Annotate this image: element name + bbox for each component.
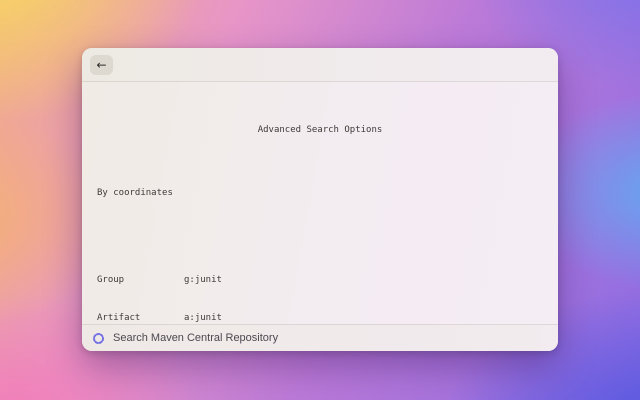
- search-input[interactable]: Search Maven Central Repository: [82, 324, 558, 351]
- section-heading-coordinates: By coordinates: [97, 187, 173, 198]
- window-titlebar: ←: [82, 48, 558, 82]
- row-label: Artifact: [97, 312, 141, 323]
- row-value: g:junit: [184, 275, 222, 285]
- table-row: Artifact a:junit: [97, 312, 543, 325]
- row-label: Group: [97, 275, 125, 285]
- page-title: Advanced Search Options: [257, 125, 383, 135]
- back-button[interactable]: ←: [90, 54, 113, 75]
- row-value: a:junit: [184, 312, 222, 323]
- help-content: Advanced Search Options By coordinates G…: [82, 82, 558, 351]
- spinner-ring-icon: [92, 332, 105, 345]
- app-window: ← Advanced Search Options By coordinates…: [82, 48, 558, 351]
- search-placeholder: Search Maven Central Repository: [113, 332, 279, 344]
- desktop-background: { "window": { "back_button_label": "←", …: [0, 0, 640, 400]
- table-row: Group g:junit: [97, 274, 543, 287]
